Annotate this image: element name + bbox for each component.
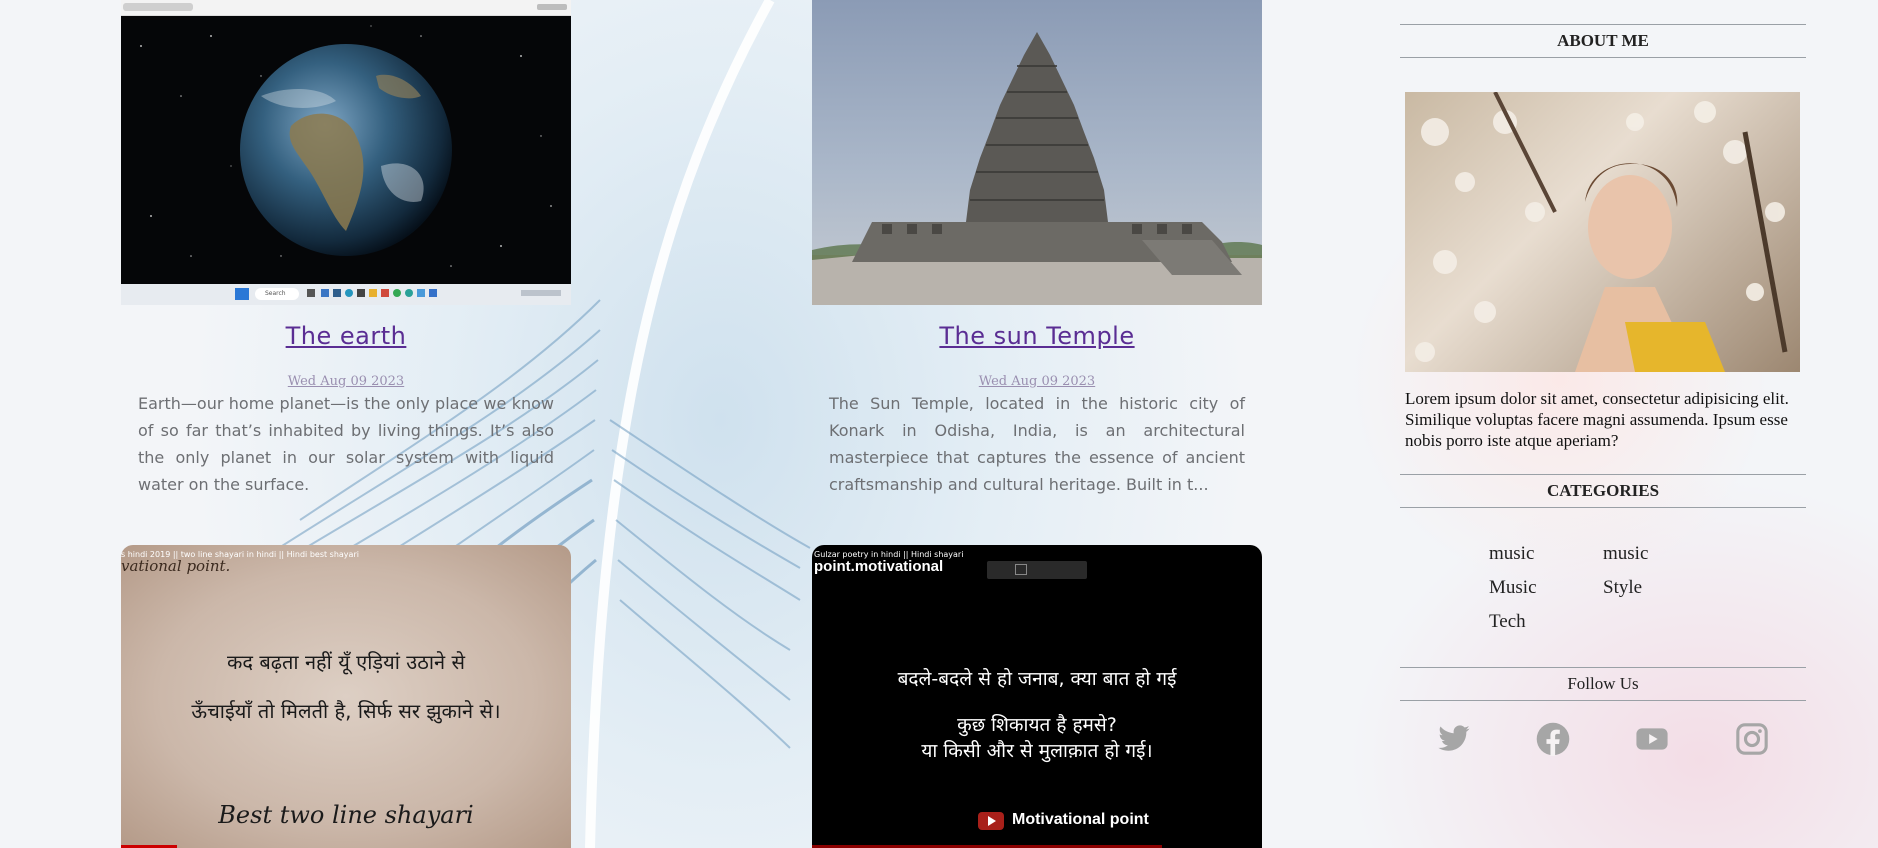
space-background xyxy=(121,16,571,284)
category-link[interactable]: Music xyxy=(1489,577,1537,599)
youtube-icon[interactable] xyxy=(1635,722,1669,756)
post-title-earth[interactable]: The earth xyxy=(121,322,571,350)
post-card-sun-temple[interactable] xyxy=(812,0,1262,305)
shayari-line-1: बदले-बदले से हो जनाब, क्या बात हो गई xyxy=(897,668,1177,690)
shayari-footer: Best two line shayari xyxy=(218,801,474,829)
about-photo xyxy=(1405,92,1800,372)
video-thumbnail-shayari[interactable]: s hindi 2019 || two line shayari in hind… xyxy=(121,545,571,848)
channel-brand: point.motivational xyxy=(814,558,944,575)
channel-name: Motivational point xyxy=(1012,811,1149,828)
category-link[interactable]: music xyxy=(1489,543,1534,565)
shayari-line-1: कद बढ़ता नहीं यूँ एड़ियां उठाने से xyxy=(227,650,465,674)
post-date-sun-temple[interactable]: Wed Aug 09 2023 xyxy=(812,374,1262,389)
categories-heading: CATEGORIES xyxy=(1400,474,1806,508)
portrait-face xyxy=(1588,175,1672,279)
temple-illustration xyxy=(812,32,1262,305)
post-date-earth[interactable]: Wed Aug 09 2023 xyxy=(121,374,571,389)
post-excerpt-sun-temple: The Sun Temple, located in the historic … xyxy=(829,394,1245,494)
shayari-line-2: कुछ शिकायत है हमसे? xyxy=(957,714,1117,736)
channel-watermark: vational point. xyxy=(121,557,231,575)
category-link[interactable]: music xyxy=(1603,543,1648,565)
post-card-video-motivational[interactable]: Gulzar poetry in hindi || Hindi shayari … xyxy=(812,545,1262,848)
browser-address-bar xyxy=(121,0,571,16)
facebook-icon[interactable] xyxy=(1536,722,1570,756)
fullscreen-hint xyxy=(987,561,1087,579)
post-card-earth[interactable]: Search xyxy=(121,0,571,305)
post-card-video-shayari[interactable]: s hindi 2019 || two line shayari in hind… xyxy=(121,545,571,848)
shayari-line-3: या किसी और से मुलाक़ात हो गई। xyxy=(921,740,1153,762)
post-thumbnail-sun-temple[interactable] xyxy=(812,0,1262,305)
taskbar: Search xyxy=(121,284,571,305)
about-heading: ABOUT ME xyxy=(1400,24,1806,58)
stars xyxy=(140,25,552,267)
about-text: Lorem ipsum dolor sit amet, consectetur … xyxy=(1405,389,1789,450)
twitter-icon[interactable] xyxy=(1437,722,1471,756)
taskbar-search: Search xyxy=(255,288,299,300)
video-thumbnail-motivational[interactable]: Gulzar poetry in hindi || Hindi shayari … xyxy=(812,545,1262,848)
category-link[interactable]: Tech xyxy=(1489,611,1526,633)
post-thumbnail-earth[interactable]: Search xyxy=(121,0,571,305)
follow-heading: Follow Us xyxy=(1400,667,1806,701)
category-link[interactable]: Style xyxy=(1603,577,1642,599)
post-excerpt-earth: Earth—our home planet—is the only place … xyxy=(138,394,554,494)
youtube-logo-icon xyxy=(978,812,1004,830)
shayari-line-2: ऊँचाईयाँ तो मिलती है, सिर्फ सर झुकाने से… xyxy=(191,699,501,723)
post-title-sun-temple[interactable]: The sun Temple xyxy=(812,322,1262,350)
instagram-icon[interactable] xyxy=(1735,722,1769,756)
